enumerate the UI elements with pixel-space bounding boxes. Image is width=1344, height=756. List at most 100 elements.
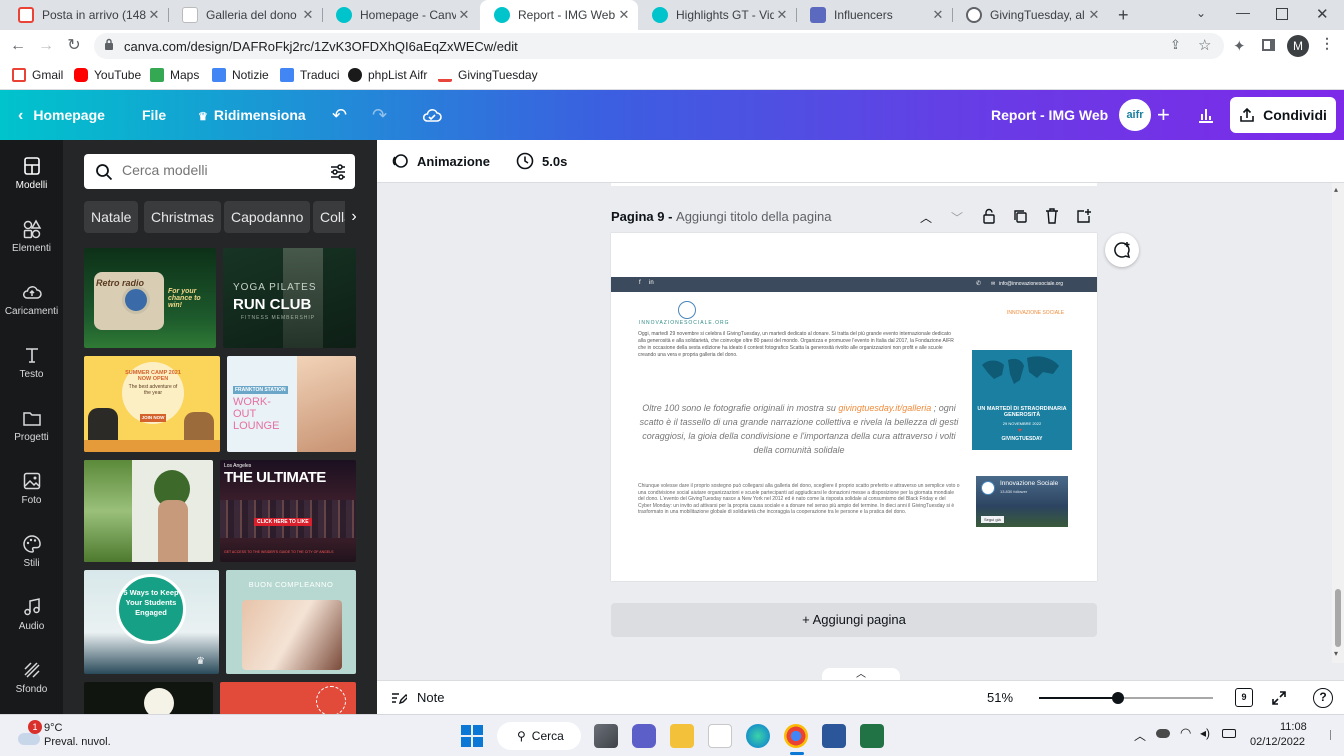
template-card-retro-radio[interactable]: Retro radio For your chance to win! [84, 248, 216, 348]
wifi-icon[interactable]: ◠ [1180, 725, 1191, 741]
excel-icon[interactable] [860, 724, 884, 748]
tab-influencers[interactable]: Influencers ✕ [796, 0, 952, 30]
profile-avatar[interactable]: M [1287, 35, 1309, 57]
rail-item-elements[interactable]: Elementi [0, 219, 63, 254]
rail-item-audio[interactable]: Audio [0, 597, 63, 632]
chevron-right-icon[interactable]: › [345, 201, 363, 233]
close-icon[interactable]: ✕ [146, 7, 162, 23]
expand-handle[interactable]: ︿ [822, 668, 900, 680]
zoom-slider[interactable] [1039, 692, 1213, 704]
rail-item-templates[interactable]: Modelli [0, 156, 63, 191]
filter-sliders-icon[interactable] [329, 163, 347, 181]
microsoft-store-icon[interactable] [708, 724, 732, 748]
taskbar-search[interactable]: ⚲ Cerca [497, 722, 581, 750]
add-collaborator-icon[interactable]: + [1157, 90, 1170, 140]
duplicate-page-icon[interactable] [1013, 209, 1028, 224]
back-icon[interactable]: ← [8, 36, 28, 56]
scrollbar-thumb[interactable] [1335, 589, 1341, 647]
template-card-fireworks[interactable] [220, 682, 356, 714]
rail-item-background[interactable]: Sfondo [0, 660, 63, 695]
show-desktop-button[interactable] [1330, 730, 1338, 740]
notes-button[interactable]: Note [391, 690, 444, 705]
insights-chart-icon[interactable] [1197, 106, 1215, 129]
edge-browser-icon[interactable] [746, 724, 770, 748]
weather-widget[interactable]: 1 [14, 720, 42, 749]
move-page-up-icon[interactable]: ︿ [920, 209, 932, 226]
quote-link[interactable]: givingtuesday.it/galleria [838, 403, 931, 413]
bookmark-givingtuesday[interactable]: GivingTuesday [438, 68, 538, 82]
add-page-icon[interactable] [1077, 208, 1092, 223]
fullscreen-icon[interactable] [1270, 689, 1288, 707]
scroll-up-icon[interactable]: ▴ [1334, 185, 1338, 194]
bookmark-notizie[interactable]: Notizie [212, 68, 269, 82]
design-page[interactable]: f in ✆ ✉ info@innovazionesociale.org INN… [611, 233, 1097, 581]
delete-page-icon[interactable] [1045, 208, 1059, 224]
cloud-saved-icon[interactable] [422, 90, 442, 140]
new-tab-icon[interactable]: + [1118, 5, 1129, 26]
extensions-icon[interactable]: ✦ [1233, 37, 1246, 55]
add-page-button[interactable]: + Aggiungi pagina [611, 603, 1097, 637]
rail-item-styles[interactable]: Stili [0, 534, 63, 569]
bookmark-traduci[interactable]: Traduci [280, 68, 340, 82]
document-title[interactable]: Report - IMG Web [991, 90, 1108, 140]
browser-menu-icon[interactable]: ⋮ [1320, 35, 1334, 52]
volume-icon[interactable]: ◂) [1200, 726, 1210, 740]
share-button[interactable]: Condividi [1230, 97, 1336, 133]
close-icon[interactable]: ✕ [456, 7, 472, 23]
bookmark-star-icon[interactable]: ☆ [1198, 36, 1211, 54]
reload-icon[interactable]: ↻ [64, 36, 84, 56]
template-card-flowers[interactable] [84, 682, 213, 714]
zoom-percentage[interactable]: 51% [987, 690, 1013, 705]
rail-item-projects[interactable]: Progetti [0, 408, 63, 443]
move-page-down-icon[interactable]: ﹀ [951, 209, 963, 226]
tab-search-icon[interactable]: ⌄ [1196, 6, 1206, 20]
scroll-down-icon[interactable]: ▾ [1334, 649, 1338, 658]
redo-icon[interactable]: ↷ [372, 90, 387, 140]
template-card-los-angeles[interactable]: Los Angeles THE ULTIMATE CLICK HERE TO L… [220, 460, 356, 562]
rail-item-text[interactable]: Testo [0, 345, 63, 380]
chip-natale[interactable]: Natale [84, 201, 139, 233]
tab-highlights[interactable]: Highlights GT - Video ✕ [638, 0, 796, 30]
tab-galleria[interactable]: Galleria del dono – Gi ✕ [168, 0, 322, 30]
add-comment-button[interactable] [1105, 233, 1139, 267]
undo-icon[interactable]: ↶ [332, 90, 347, 140]
lock-page-icon[interactable] [982, 208, 996, 224]
duration-button[interactable]: 5.0s [516, 152, 567, 170]
template-card-summer-camp[interactable]: SUMMER CAMP 2021 NOW OPEN The best adven… [84, 356, 220, 452]
clock-date[interactable]: 02/12/2022 [1250, 736, 1305, 748]
template-card-birthday[interactable]: BUON COMPLEANNO [226, 570, 356, 674]
windows-start-icon[interactable] [461, 725, 483, 747]
close-icon[interactable]: ✕ [774, 7, 790, 23]
minimize-icon[interactable]: — [1236, 4, 1250, 20]
resize-button[interactable]: ♛ Ridimensiona [198, 90, 306, 140]
zoom-slider-knob[interactable] [1112, 692, 1125, 704]
template-card-run-club[interactable]: YOGA PILATES RUN CLUB FITNESS MEMBERSHIP [223, 248, 356, 348]
bookmark-youtube[interactable]: YouTube [74, 68, 141, 82]
close-icon[interactable]: ✕ [300, 7, 316, 23]
teams-chat-icon[interactable] [632, 724, 656, 748]
template-card-greens[interactable] [84, 460, 213, 562]
onedrive-cloud-icon[interactable] [1156, 729, 1170, 738]
page-title-input[interactable]: Aggiungi titolo della pagina [676, 209, 831, 224]
tab-canva-home[interactable]: Homepage - Canva ✕ [322, 0, 478, 30]
share-page-icon[interactable]: ⇪ [1170, 37, 1181, 53]
clock-time[interactable]: 11:08 [1280, 721, 1307, 733]
battery-icon[interactable] [1222, 729, 1236, 738]
close-icon[interactable]: ✕ [930, 7, 946, 23]
address-bar[interactable]: canva.com/design/DAFRoFkj2rc/1ZvK3OFDXhQ… [94, 33, 1224, 59]
page-grid-button[interactable]: 9 [1235, 688, 1253, 707]
file-explorer-icon[interactable] [670, 724, 694, 748]
close-icon[interactable]: ✕ [616, 7, 632, 23]
home-button[interactable]: ‹ Homepage [18, 90, 105, 140]
maximize-icon[interactable] [1276, 8, 1288, 20]
template-card-students[interactable]: 5 Ways to Keep Your Students Engaged ♛ [84, 570, 219, 674]
chrome-browser-icon[interactable] [784, 724, 808, 748]
workspace-scrollbar[interactable]: ▴ ▾ [1332, 183, 1344, 663]
template-search-box[interactable] [84, 154, 355, 189]
chip-christmas[interactable]: Christmas [144, 201, 222, 233]
rail-item-uploads[interactable]: Caricamenti [0, 282, 63, 317]
team-avatar[interactable]: aifr [1119, 99, 1151, 131]
template-card-workout-lounge[interactable]: FRANKTON STATION WORK-OUT LOUNGE [227, 356, 356, 452]
tab-givingtuesday[interactable]: GivingTuesday, al via ✕ [952, 0, 1108, 30]
file-menu-button[interactable]: File [142, 90, 166, 140]
